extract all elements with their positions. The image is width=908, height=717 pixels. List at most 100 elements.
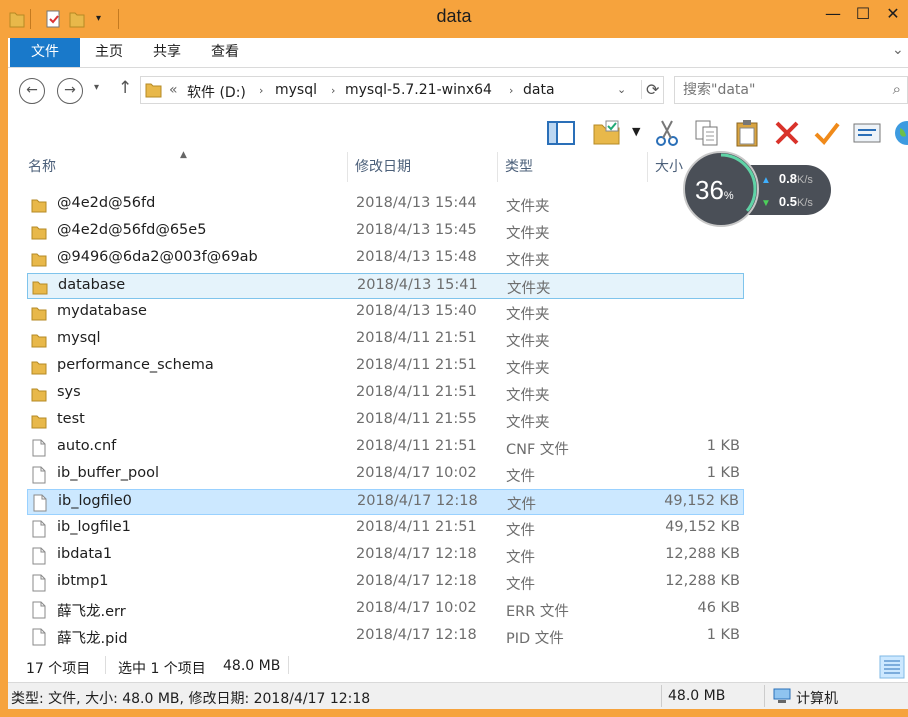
file-icon [32,574,46,592]
cpu-gauge: 36% [683,151,759,227]
file-row[interactable]: ib_logfile1 2018/4/11 21:51 文件 49,152 KB [27,516,744,542]
separator [764,685,765,707]
back-button[interactable]: ← [19,78,45,104]
file-row[interactable]: test 2018/4/11 21:55 文件夹 [27,408,744,434]
file-type: 文件 [506,577,535,593]
file-type: 文件夹 [506,388,550,404]
tab-view[interactable]: 查看 [200,38,250,67]
globe-icon[interactable] [892,118,908,148]
file-date: 2018/4/11 21:55 [356,411,477,427]
file-date: 2018/4/17 12:18 [357,493,478,509]
separator [288,656,289,674]
chevron-right-icon[interactable]: › [509,84,513,97]
file-row[interactable]: ibtmp1 2018/4/17 12:18 文件 12,288 KB [27,570,744,596]
file-icon [32,547,46,565]
search-box[interactable]: ⌕ [674,76,908,104]
file-row[interactable]: ib_logfile0 2018/4/17 12:18 文件 49,152 KB [27,489,744,515]
file-row[interactable]: 薛飞龙.pid 2018/4/17 12:18 PID 文件 1 KB [27,624,744,650]
dropdown-icon[interactable]: ▼ [632,125,640,138]
column-header-type[interactable]: 类型 [499,152,648,182]
file-date: 2018/4/17 12:18 [356,627,477,643]
download-arrow-icon: ▼ [761,198,771,209]
file-name: 薛飞龙.pid [57,631,128,647]
breadcrumb-drive[interactable]: 软件 (D:) [187,82,246,102]
file-row[interactable]: ibdata1 2018/4/17 12:18 文件 12,288 KB [27,543,744,569]
file-row[interactable]: mydatabase 2018/4/13 15:40 文件夹 [27,300,744,326]
forward-button[interactable]: → [57,78,83,104]
breadcrumb-overflow[interactable]: « [169,82,178,98]
paste-icon[interactable] [732,118,762,148]
folder-icon [31,226,47,240]
column-header-name[interactable]: 名称 [22,152,348,182]
file-date: 2018/4/17 12:18 [356,546,477,562]
download-value: 0.5 [778,194,797,209]
maximize-button[interactable]: ☐ [848,2,878,26]
file-date: 2018/4/17 10:02 [356,465,477,481]
cut-icon[interactable] [652,118,682,148]
file-row[interactable]: database 2018/4/13 15:41 文件夹 [27,273,744,299]
file-date: 2018/4/11 21:51 [356,330,477,346]
folder-icon [31,307,47,321]
file-type: 文件夹 [506,253,550,269]
file-name: test [57,411,85,427]
separator [105,656,106,674]
tab-file[interactable]: 文件 [10,38,80,67]
close-button[interactable]: ✕ [878,2,908,26]
network-speed-widget[interactable]: ▲ 0.8K/s ▼ 0.5K/s 36% [683,151,833,229]
search-icon[interactable]: ⌕ [893,80,901,98]
checkmark-icon[interactable] [812,118,842,148]
file-row[interactable]: ib_buffer_pool 2018/4/17 10:02 文件 1 KB [27,462,744,488]
breadcrumb-data[interactable]: data [523,82,555,98]
minimize-button[interactable]: — [818,2,848,26]
file-row[interactable]: performance_schema 2018/4/11 21:51 文件夹 [27,354,744,380]
file-type: PID 文件 [506,631,564,647]
tab-home[interactable]: 主页 [84,38,134,67]
breadcrumb-mysql[interactable]: mysql [275,82,317,98]
file-type: 文件 [506,523,535,539]
file-row[interactable]: mysql 2018/4/11 21:51 文件夹 [27,327,744,353]
recent-locations-icon[interactable]: ▾ [94,82,99,93]
file-size: 49,152 KB [665,519,740,535]
address-bar[interactable]: « 软件 (D:) › mysql › mysql-5.7.21-winx64 … [140,76,664,104]
details-view-icon[interactable] [879,655,905,679]
file-name: ib_logfile0 [58,493,132,509]
copy-icon[interactable] [692,118,722,148]
tab-share[interactable]: 共享 [142,38,192,67]
details-text: 类型: 文件, 大小: 48.0 MB, 修改日期: 2018/4/17 12:… [11,691,371,707]
file-name: mysql [57,330,101,346]
file-row[interactable]: auto.cnf 2018/4/11 21:51 CNF 文件 1 KB [27,435,744,461]
file-row[interactable]: sys 2018/4/11 21:51 文件夹 [27,381,744,407]
file-type: CNF 文件 [506,442,569,458]
upload-unit: K/s [796,174,813,186]
file-date: 2018/4/17 10:02 [356,600,477,616]
file-row[interactable]: 薛飞龙.err 2018/4/17 10:02 ERR 文件 46 KB [27,597,744,623]
file-date: 2018/4/11 21:51 [356,384,477,400]
search-input[interactable] [675,77,875,103]
chevron-right-icon[interactable]: › [259,84,263,97]
file-name: auto.cnf [57,438,117,454]
status-bar: 17 个项目 选中 1 个项目 48.0 MB [8,652,908,682]
file-date: 2018/4/11 21:51 [356,438,477,454]
up-button[interactable]: ↑ [118,78,132,98]
refresh-icon[interactable]: ⟳ [641,80,659,99]
chevron-right-icon[interactable]: › [331,84,335,97]
folder-icon [145,83,162,98]
file-name: performance_schema [57,357,214,373]
file-name: mydatabase [57,303,147,319]
preview-pane-icon[interactable] [546,118,576,148]
file-row[interactable]: @9496@6da2@003f@69ab 2018/4/13 15:48 文件夹 [27,246,744,272]
address-dropdown-icon[interactable]: ⌄ [617,83,626,96]
folder-icon [32,281,48,295]
delete-icon[interactable] [772,118,802,148]
file-row[interactable]: @4e2d@56fd 2018/4/13 15:44 文件夹 [27,192,744,218]
folder-check-icon[interactable] [592,118,622,148]
expand-ribbon-icon[interactable]: ⌄ [892,42,904,58]
details-bar: 类型: 文件, 大小: 48.0 MB, 修改日期: 2018/4/17 12:… [8,682,908,709]
properties-card-icon[interactable] [852,118,882,148]
file-icon [33,494,47,512]
column-header-date[interactable]: 修改日期 [349,152,498,182]
breadcrumb-mysql-version[interactable]: mysql-5.7.21-winx64 [345,82,492,98]
file-type: 文件 [506,550,535,566]
file-icon [32,520,46,538]
file-row[interactable]: @4e2d@56fd@65e5 2018/4/13 15:45 文件夹 [27,219,744,245]
